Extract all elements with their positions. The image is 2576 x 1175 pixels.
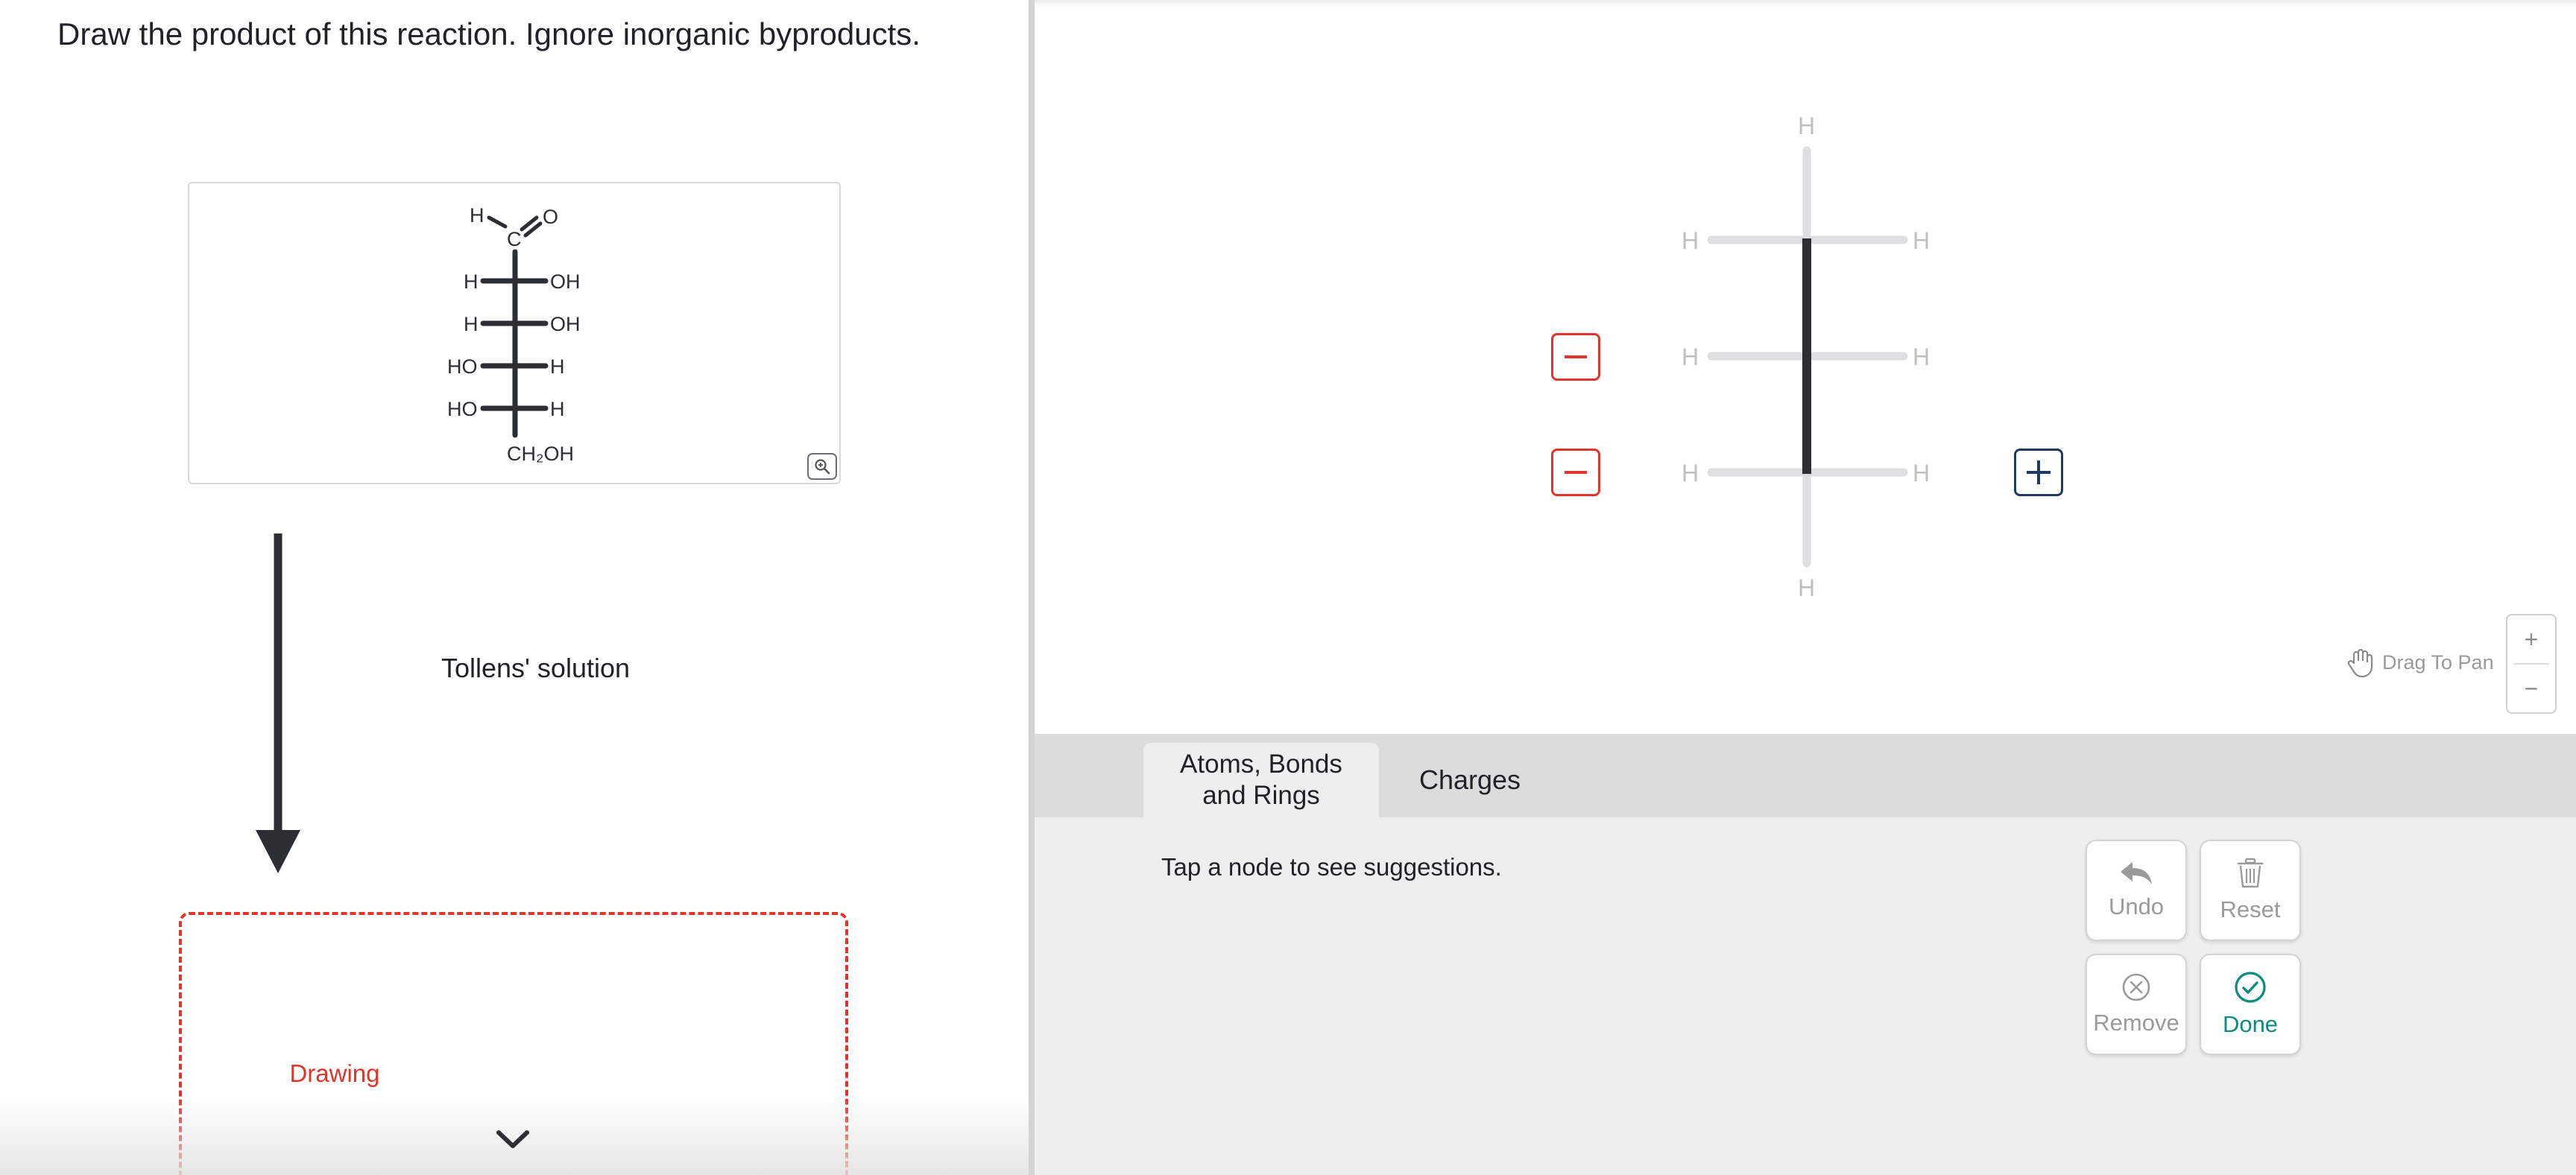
trash-icon: [2237, 858, 2264, 888]
row2-right-label: OH: [550, 313, 581, 335]
atom-h-row2-left: H: [1682, 343, 1699, 370]
drag-to-pan-hint: Drag To Pan: [2345, 647, 2494, 678]
minus-icon: [1565, 355, 1587, 358]
atom-h-top: H: [1798, 113, 1815, 139]
plus-icon: [2027, 460, 2051, 484]
carbonyl-c-label: C: [507, 228, 522, 250]
atom-h-bottom: H: [1798, 574, 1815, 601]
remove-button[interactable]: Remove: [2086, 954, 2187, 1055]
question-pane: Draw the product of this reaction. Ignor…: [0, 0, 1029, 1175]
remove-circle-icon: [2122, 973, 2150, 1001]
done-button[interactable]: Done: [2200, 954, 2301, 1055]
suggestion-hint: Tap a node to see suggestions.: [1161, 853, 1502, 881]
drawing-canvas[interactable]: H H H H H H H H Drag To Pan + −: [1035, 0, 2576, 734]
atom-h-row1-left: H: [1682, 227, 1699, 254]
magnify-structure-button[interactable]: [807, 453, 837, 480]
row1-left-label: H: [464, 270, 479, 293]
row3-left-label: HO: [447, 355, 478, 378]
molecule-editor-svg[interactable]: H H H H H H H H: [1035, 0, 2576, 734]
drag-to-pan-label: Drag To Pan: [2382, 650, 2494, 674]
remove-carbon-row3-button[interactable]: [1551, 449, 1600, 496]
zoom-in-button[interactable]: +: [2507, 615, 2555, 663]
remove-carbon-row2-button[interactable]: [1551, 333, 1600, 381]
reset-button[interactable]: Reset: [2200, 840, 2301, 941]
undo-button[interactable]: Undo: [2086, 840, 2187, 941]
magnifier-plus-icon: [815, 459, 830, 475]
tool-panel: Tap a node to see suggestions. Undo Rese…: [1035, 817, 2576, 1175]
reactant-card: H C O H OH H OH HO H HO H CH₂OH: [188, 182, 841, 484]
reaction-arrow: [256, 533, 300, 873]
check-circle-icon: [2235, 972, 2266, 1003]
row4-right-label: H: [550, 398, 565, 420]
tab-charges[interactable]: Charges: [1395, 743, 1544, 817]
ch2oh-label: CH₂OH: [507, 443, 574, 465]
undo-label: Undo: [2108, 893, 2165, 919]
row3-right-label: H: [550, 355, 565, 378]
add-carbon-button[interactable]: [2014, 449, 2063, 496]
row1-right-label: OH: [550, 270, 581, 293]
question-prompt: Draw the product of this reaction. Ignor…: [57, 16, 921, 51]
atom-h-row2-right: H: [1913, 343, 1930, 370]
pane-divider[interactable]: [1029, 0, 1035, 1175]
undo-icon: [2121, 862, 2152, 884]
editor-pane: H H H H H H H H Drag To Pan + − Atoms, B…: [1035, 0, 2576, 1175]
carbonyl-o-label: O: [543, 206, 558, 228]
atom-h-row3-left: H: [1682, 460, 1699, 487]
zoom-out-button[interactable]: −: [2507, 665, 2555, 712]
reactant-structure: H C O H OH H OH HO H HO H CH₂OH: [447, 204, 581, 465]
minus-icon: [1565, 471, 1587, 474]
atom-h-row3-right: H: [1913, 460, 1930, 487]
aldehyde-h-bond: [487, 215, 508, 229]
aldehyde-h-label: H: [470, 204, 484, 227]
hand-icon: [2347, 648, 2373, 678]
atom-h-row1-right: H: [1913, 227, 1930, 254]
row2-left-label: H: [464, 313, 479, 335]
reagent-label: Tollens' solution: [441, 653, 631, 683]
canvas-zoom-control: + −: [2506, 614, 2557, 714]
done-label: Done: [2222, 1011, 2279, 1037]
reset-label: Reset: [2220, 896, 2281, 922]
remove-label: Remove: [2093, 1010, 2179, 1036]
row4-left-label: HO: [447, 398, 478, 420]
drawing-label: Drawing: [289, 1060, 380, 1087]
chevron-down-icon[interactable]: [494, 1128, 531, 1150]
tool-tab-bar: Atoms, Bonds and Rings Charges: [1035, 734, 2576, 817]
tab-atoms-bonds-rings[interactable]: Atoms, Bonds and Rings: [1143, 743, 1379, 817]
